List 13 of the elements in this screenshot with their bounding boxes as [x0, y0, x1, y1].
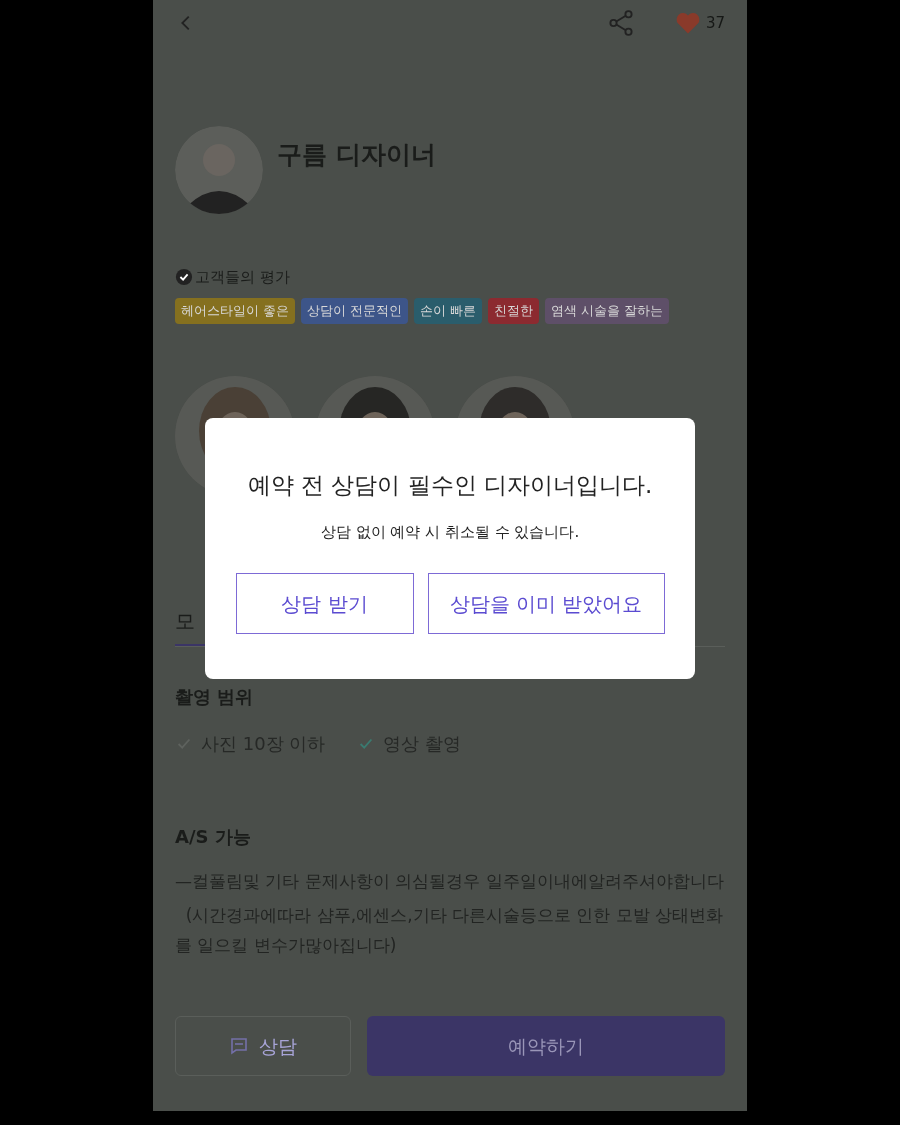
review-tag: 상담이 전문적인 — [301, 297, 408, 325]
dialog-button[interactable]: 상담을 이미 받았어요 — [427, 573, 665, 634]
chat-icon — [229, 1036, 249, 1057]
dialog-title: 예약 전 상담이 필수인 디자이너입니다. — [247, 471, 653, 500]
consult-button[interactable]: 상담 — [175, 1016, 351, 1077]
review-tag: 친절한 — [487, 297, 539, 325]
verified-icon — [175, 268, 193, 287]
review-tag: 손이 빠른 — [413, 297, 482, 325]
review-tag: 염색 시술을 잘하는 — [544, 297, 669, 325]
dialog-button[interactable]: 상담 받기 — [235, 573, 414, 634]
review-tag: 헤어스타일이 좋은 — [175, 297, 295, 325]
reserve-button[interactable]: 예약하기 — [367, 1016, 725, 1077]
dialog-message: 상담 없이 예약 시 취소될 수 있습니다. — [320, 521, 580, 543]
